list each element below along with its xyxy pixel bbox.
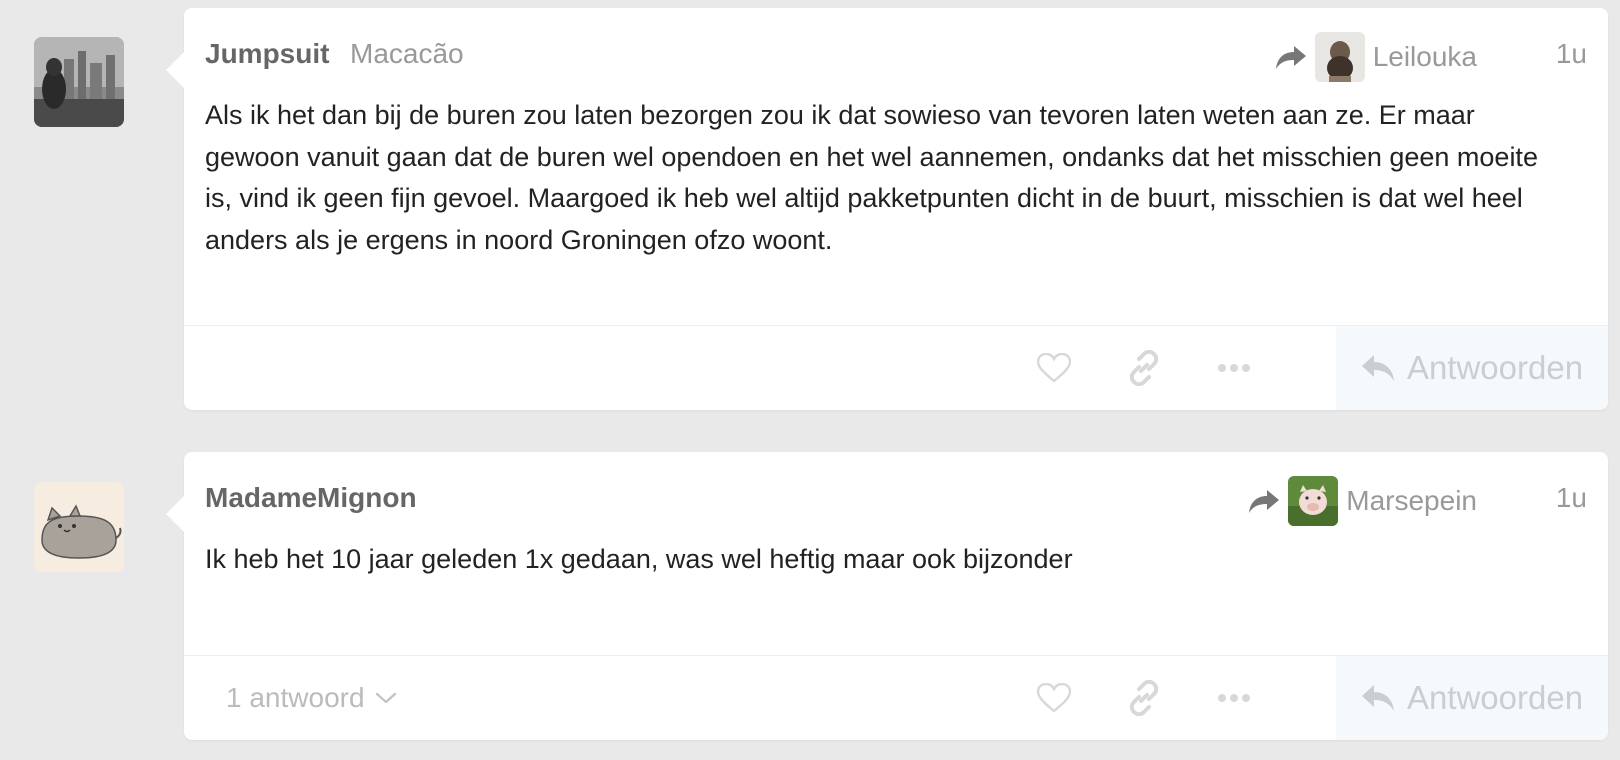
- comment-card: Jumpsuit Macacão Leilouka 1u Als ik het …: [166, 8, 1608, 410]
- reply-to-avatar-image: [1288, 476, 1339, 526]
- reply-to-name: Marsepein: [1346, 485, 1477, 516]
- more-button[interactable]: [1209, 326, 1259, 410]
- more-button[interactable]: [1209, 656, 1259, 740]
- reply-to-name: Leilouka: [1372, 41, 1477, 72]
- reply-to-avatar-image: [1314, 32, 1365, 82]
- comment: Jumpsuit Macacão Leilouka 1u Als ik het …: [0, 8, 1620, 410]
- heart-icon: [1037, 353, 1071, 383]
- comment-header: Jumpsuit Macacão Leilouka 1u: [205, 32, 1587, 82]
- avatar-image: [34, 482, 124, 572]
- heart-icon: [1037, 683, 1071, 713]
- link-icon: [1129, 350, 1159, 386]
- avatar[interactable]: [34, 37, 124, 127]
- reply-arrow-icon: [1361, 355, 1394, 381]
- comment-body: Als ik het dan bij de buren zou laten be…: [205, 100, 1538, 255]
- comment-body: Ik heb het 10 jaar geleden 1x gedaan, wa…: [205, 544, 1073, 574]
- chevron-down-icon: [375, 692, 396, 704]
- comment-author[interactable]: MadameMignon: [205, 482, 417, 514]
- more-dots-icon: [1218, 694, 1250, 702]
- reply-button-label: Antwoorden: [1406, 679, 1584, 716]
- comment-actions: 1 antwoord Antwoorden: [184, 655, 1608, 740]
- comment-author[interactable]: Jumpsuit: [205, 38, 329, 70]
- replies-toggle-label: 1 antwoord: [226, 682, 365, 713]
- link-button[interactable]: [1119, 656, 1169, 740]
- reply-button-label: Antwoorden: [1406, 349, 1584, 386]
- link-button[interactable]: [1119, 326, 1169, 410]
- replies-toggle[interactable]: 1 antwoord: [226, 656, 397, 740]
- comment-actions: Antwoorden: [184, 325, 1608, 410]
- comment-time: 1u: [1555, 38, 1587, 69]
- comment: MadameMignon Marsepein 1u Ik heb het 10 …: [0, 452, 1620, 740]
- avatar[interactable]: [34, 482, 124, 572]
- avatar-image: [34, 37, 124, 127]
- more-dots-icon: [1218, 364, 1250, 372]
- reply-button[interactable]: Antwoorden: [1336, 326, 1608, 410]
- share-arrow-icon: [1249, 490, 1280, 513]
- share-arrow-icon: [1275, 46, 1306, 69]
- reply-button[interactable]: Antwoorden: [1336, 656, 1608, 740]
- reply-to-avatar[interactable]: [1314, 32, 1365, 82]
- reply-to-user[interactable]: Leilouka: [1275, 32, 1477, 82]
- author-subtitle: Macacão: [350, 38, 464, 69]
- like-button[interactable]: [1029, 326, 1079, 410]
- reply-to-user[interactable]: Marsepein: [1248, 476, 1477, 526]
- comment-card: MadameMignon Marsepein 1u Ik heb het 10 …: [166, 452, 1608, 740]
- like-button[interactable]: [1029, 656, 1079, 740]
- link-icon: [1129, 680, 1159, 716]
- comment-header: MadameMignon Marsepein 1u: [205, 476, 1587, 526]
- comment-time: 1u: [1555, 482, 1587, 513]
- reply-to-avatar[interactable]: [1288, 476, 1339, 526]
- reply-arrow-icon: [1361, 685, 1394, 711]
